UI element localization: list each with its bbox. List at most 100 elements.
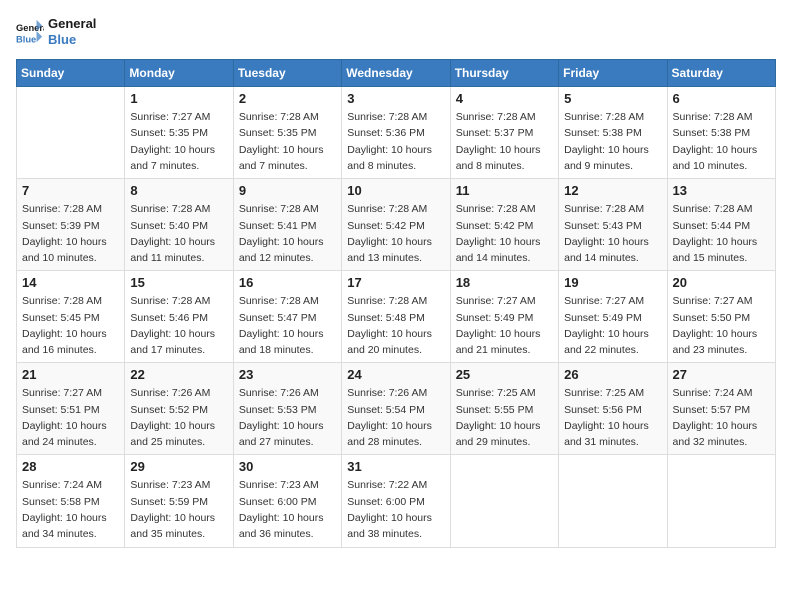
day-info: Sunrise: 7:26 AM Sunset: 5:53 PM Dayligh… (239, 385, 336, 450)
calendar-cell: 22Sunrise: 7:26 AM Sunset: 5:52 PM Dayli… (125, 363, 233, 455)
logo-blue: Blue (48, 32, 96, 48)
day-info: Sunrise: 7:28 AM Sunset: 5:42 PM Dayligh… (347, 201, 444, 266)
day-info: Sunrise: 7:28 AM Sunset: 5:38 PM Dayligh… (564, 109, 661, 174)
calendar-cell: 7 Sunrise: 7:28 AM Sunset: 5:39 PM Daylig… (17, 179, 125, 271)
day-number: 10 (347, 183, 444, 198)
day-info: Sunrise: 7:28 AM Sunset: 5:42 PM Dayligh… (456, 201, 553, 266)
day-number: 28 (22, 459, 119, 474)
weekday-header: Sunday (17, 60, 125, 87)
day-info: Sunrise: 7:28 AM Sunset: 5:48 PM Dayligh… (347, 293, 444, 358)
day-info: Sunrise: 7:28 AM Sunset: 5:44 PM Dayligh… (673, 201, 770, 266)
calendar-week-row: 28 Sunrise: 7:24 AM Sunset: 5:58 PM Dayli… (17, 455, 776, 547)
calendar-cell: 26 Sunrise: 7:25 AM Sunset: 5:56 PM Dayli… (559, 363, 667, 455)
day-info: Sunrise: 7:28 AM Sunset: 5:46 PM Dayligh… (130, 293, 227, 358)
calendar-cell: 1 Sunrise: 7:27 AM Sunset: 5:35 PM Daylig… (125, 87, 233, 179)
day-info: Sunrise: 7:28 AM Sunset: 5:43 PM Dayligh… (564, 201, 661, 266)
day-number: 16 (239, 275, 336, 290)
day-info: Sunrise: 7:28 AM Sunset: 5:39 PM Dayligh… (22, 201, 119, 266)
calendar-cell: 29 Sunrise: 7:23 AM Sunset: 5:59 PM Dayli… (125, 455, 233, 547)
day-number: 21 (22, 367, 119, 382)
day-number: 12 (564, 183, 661, 198)
day-number: 13 (673, 183, 770, 198)
calendar-cell: 5 Sunrise: 7:28 AM Sunset: 5:38 PM Daylig… (559, 87, 667, 179)
calendar-cell: 18 Sunrise: 7:27 AM Sunset: 5:49 PM Dayli… (450, 271, 558, 363)
day-info: Sunrise: 7:28 AM Sunset: 5:37 PM Dayligh… (456, 109, 553, 174)
calendar-cell: 16Sunrise: 7:28 AM Sunset: 5:47 PM Dayli… (233, 271, 341, 363)
calendar-cell: 2Sunrise: 7:28 AM Sunset: 5:35 PM Daylig… (233, 87, 341, 179)
day-info: Sunrise: 7:25 AM Sunset: 5:55 PM Dayligh… (456, 385, 553, 450)
day-number: 30 (239, 459, 336, 474)
calendar-cell: 15 Sunrise: 7:28 AM Sunset: 5:46 PM Dayli… (125, 271, 233, 363)
calendar-cell: 25Sunrise: 7:25 AM Sunset: 5:55 PM Dayli… (450, 363, 558, 455)
day-number: 23 (239, 367, 336, 382)
calendar-week-row: 14 Sunrise: 7:28 AM Sunset: 5:45 PM Dayli… (17, 271, 776, 363)
calendar-cell: 17 Sunrise: 7:28 AM Sunset: 5:48 PM Dayli… (342, 271, 450, 363)
day-number: 29 (130, 459, 227, 474)
calendar-cell: 28 Sunrise: 7:24 AM Sunset: 5:58 PM Dayli… (17, 455, 125, 547)
calendar-week-row: 7 Sunrise: 7:28 AM Sunset: 5:39 PM Daylig… (17, 179, 776, 271)
calendar-cell: 13 Sunrise: 7:28 AM Sunset: 5:44 PM Dayli… (667, 179, 775, 271)
day-number: 11 (456, 183, 553, 198)
calendar-cell: 12 Sunrise: 7:28 AM Sunset: 5:43 PM Dayli… (559, 179, 667, 271)
calendar-cell: 30 Sunrise: 7:23 AM Sunset: 6:00 PM Dayli… (233, 455, 341, 547)
day-number: 1 (130, 91, 227, 106)
day-number: 5 (564, 91, 661, 106)
calendar-cell (667, 455, 775, 547)
calendar-cell: 9 Sunrise: 7:28 AM Sunset: 5:41 PM Daylig… (233, 179, 341, 271)
day-info: Sunrise: 7:27 AM Sunset: 5:35 PM Dayligh… (130, 109, 227, 174)
calendar-header-row: SundayMondayTuesdayWednesdayThursdayFrid… (17, 60, 776, 87)
day-number: 15 (130, 275, 227, 290)
day-info: Sunrise: 7:27 AM Sunset: 5:51 PM Dayligh… (22, 385, 119, 450)
calendar-cell: 14 Sunrise: 7:28 AM Sunset: 5:45 PM Dayli… (17, 271, 125, 363)
weekday-header: Monday (125, 60, 233, 87)
calendar-week-row: 1 Sunrise: 7:27 AM Sunset: 5:35 PM Daylig… (17, 87, 776, 179)
weekday-header: Thursday (450, 60, 558, 87)
logo: General Blue General Blue (16, 16, 96, 47)
day-info: Sunrise: 7:28 AM Sunset: 5:41 PM Dayligh… (239, 201, 336, 266)
calendar-cell: 4Sunrise: 7:28 AM Sunset: 5:37 PM Daylig… (450, 87, 558, 179)
calendar-cell: 31Sunrise: 7:22 AM Sunset: 6:00 PM Dayli… (342, 455, 450, 547)
calendar-cell: 21 Sunrise: 7:27 AM Sunset: 5:51 PM Dayli… (17, 363, 125, 455)
day-number: 17 (347, 275, 444, 290)
day-info: Sunrise: 7:28 AM Sunset: 5:35 PM Dayligh… (239, 109, 336, 174)
logo-icon: General Blue (16, 18, 44, 46)
day-number: 22 (130, 367, 227, 382)
day-info: Sunrise: 7:27 AM Sunset: 5:50 PM Dayligh… (673, 293, 770, 358)
day-info: Sunrise: 7:28 AM Sunset: 5:45 PM Dayligh… (22, 293, 119, 358)
weekday-header: Wednesday (342, 60, 450, 87)
calendar-cell (17, 87, 125, 179)
calendar-table: SundayMondayTuesdayWednesdayThursdayFrid… (16, 59, 776, 547)
calendar-cell: 10 Sunrise: 7:28 AM Sunset: 5:42 PM Dayli… (342, 179, 450, 271)
day-number: 27 (673, 367, 770, 382)
calendar-cell: 3Sunrise: 7:28 AM Sunset: 5:36 PM Daylig… (342, 87, 450, 179)
day-info: Sunrise: 7:28 AM Sunset: 5:36 PM Dayligh… (347, 109, 444, 174)
weekday-header: Friday (559, 60, 667, 87)
day-number: 26 (564, 367, 661, 382)
day-number: 7 (22, 183, 119, 198)
day-number: 20 (673, 275, 770, 290)
calendar-cell: 11 Sunrise: 7:28 AM Sunset: 5:42 PM Dayli… (450, 179, 558, 271)
weekday-header: Tuesday (233, 60, 341, 87)
day-info: Sunrise: 7:27 AM Sunset: 5:49 PM Dayligh… (456, 293, 553, 358)
day-number: 18 (456, 275, 553, 290)
calendar-cell (450, 455, 558, 547)
day-info: Sunrise: 7:25 AM Sunset: 5:56 PM Dayligh… (564, 385, 661, 450)
svg-text:Blue: Blue (16, 34, 36, 44)
calendar-cell: 20 Sunrise: 7:27 AM Sunset: 5:50 PM Dayli… (667, 271, 775, 363)
day-info: Sunrise: 7:23 AM Sunset: 5:59 PM Dayligh… (130, 477, 227, 542)
calendar-cell: 19Sunrise: 7:27 AM Sunset: 5:49 PM Dayli… (559, 271, 667, 363)
calendar-cell: 27Sunrise: 7:24 AM Sunset: 5:57 PM Dayli… (667, 363, 775, 455)
logo-general: General (48, 16, 96, 32)
day-info: Sunrise: 7:28 AM Sunset: 5:40 PM Dayligh… (130, 201, 227, 266)
day-info: Sunrise: 7:24 AM Sunset: 5:58 PM Dayligh… (22, 477, 119, 542)
day-info: Sunrise: 7:23 AM Sunset: 6:00 PM Dayligh… (239, 477, 336, 542)
calendar-week-row: 21 Sunrise: 7:27 AM Sunset: 5:51 PM Dayli… (17, 363, 776, 455)
calendar-cell: 23 Sunrise: 7:26 AM Sunset: 5:53 PM Dayli… (233, 363, 341, 455)
day-number: 9 (239, 183, 336, 198)
day-info: Sunrise: 7:27 AM Sunset: 5:49 PM Dayligh… (564, 293, 661, 358)
day-number: 6 (673, 91, 770, 106)
calendar-cell: 24Sunrise: 7:26 AM Sunset: 5:54 PM Dayli… (342, 363, 450, 455)
day-number: 14 (22, 275, 119, 290)
day-info: Sunrise: 7:28 AM Sunset: 5:38 PM Dayligh… (673, 109, 770, 174)
day-number: 31 (347, 459, 444, 474)
